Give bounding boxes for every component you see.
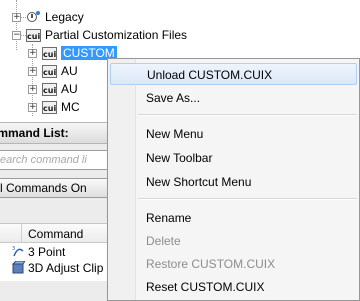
expand-custom-icon[interactable]: + [28,49,37,58]
tree-node-partial-customization[interactable]: cui Partial Customization Files [26,26,187,44]
cui-file-icon: cui [42,64,57,78]
menu-item-label: New Menu [146,127,204,141]
arc-3point-icon: 3 [12,246,24,257]
menu-separator [138,114,357,116]
tree-node-au-1[interactable]: cui AU [42,62,78,80]
menu-item-new-menu[interactable]: New Menu [108,123,359,145]
menu-item-label: Rename [146,211,192,225]
tree-node-label: Partial Customization Files [45,28,188,42]
menu-item-label: Reset CUSTOM.CUIX [146,280,265,294]
clock-icon [26,10,41,24]
column-header-command[interactable]: Command [28,227,83,241]
menu-item-label: Restore CUSTOM.CUIX [146,257,276,271]
menu-item-save-as[interactable]: Save As... [108,87,359,109]
column-separator [21,224,22,242]
menu-item-restore[interactable]: Restore CUSTOM.CUIX [108,253,359,275]
cui-file-icon: cui [42,100,57,114]
menu-item-label: New Toolbar [146,151,213,165]
cui-file-icon: cui [42,82,57,96]
menu-item-label: Delete [146,234,181,248]
expand-legacy-icon[interactable]: + [12,13,21,22]
collapse-partial-icon[interactable]: − [12,31,21,40]
tree-node-au-2[interactable]: cui AU [42,80,78,98]
tree-connector [16,0,17,50]
menu-item-label: Unload CUSTOM.CUIX [147,68,273,82]
3d-clip-icon [12,261,25,274]
tree-node-custom[interactable]: cui CUSTOM [42,44,117,62]
tree-node-mc[interactable]: cui MC [42,98,80,116]
expand-node-icon[interactable]: + [28,67,37,76]
tree-node-label: AU [61,64,78,78]
menu-item-rename[interactable]: Rename [108,207,359,229]
tree-node-label: MC [61,100,80,114]
tree-node-label: AU [61,82,78,96]
menu-item-label: New Shortcut Menu [146,175,252,189]
menu-separator [138,198,357,200]
menu-item-reset[interactable]: Reset CUSTOM.CUIX [108,276,359,298]
tree-node-label: Legacy [45,10,84,24]
tree-node-legacy[interactable]: Legacy [26,8,84,26]
menu-item-delete[interactable]: Delete [108,230,359,252]
context-menu: Unload CUSTOM.CUIX Save As... New Menu N… [107,58,360,301]
menu-item-label: Save As... [146,91,201,105]
menu-item-new-shortcut-menu[interactable]: New Shortcut Menu [108,171,359,193]
command-name: 3 Point [28,245,66,259]
svg-text:3: 3 [12,246,15,252]
command-name: 3D Adjust Clip [28,261,104,275]
menu-item-unload[interactable]: Unload CUSTOM.CUIX [110,63,357,85]
expand-node-icon[interactable]: + [28,85,37,94]
menu-item-new-toolbar[interactable]: New Toolbar [108,147,359,169]
cui-file-icon: cui [26,28,41,42]
expand-node-icon[interactable]: + [28,103,37,112]
cui-file-icon: cui [42,46,57,60]
